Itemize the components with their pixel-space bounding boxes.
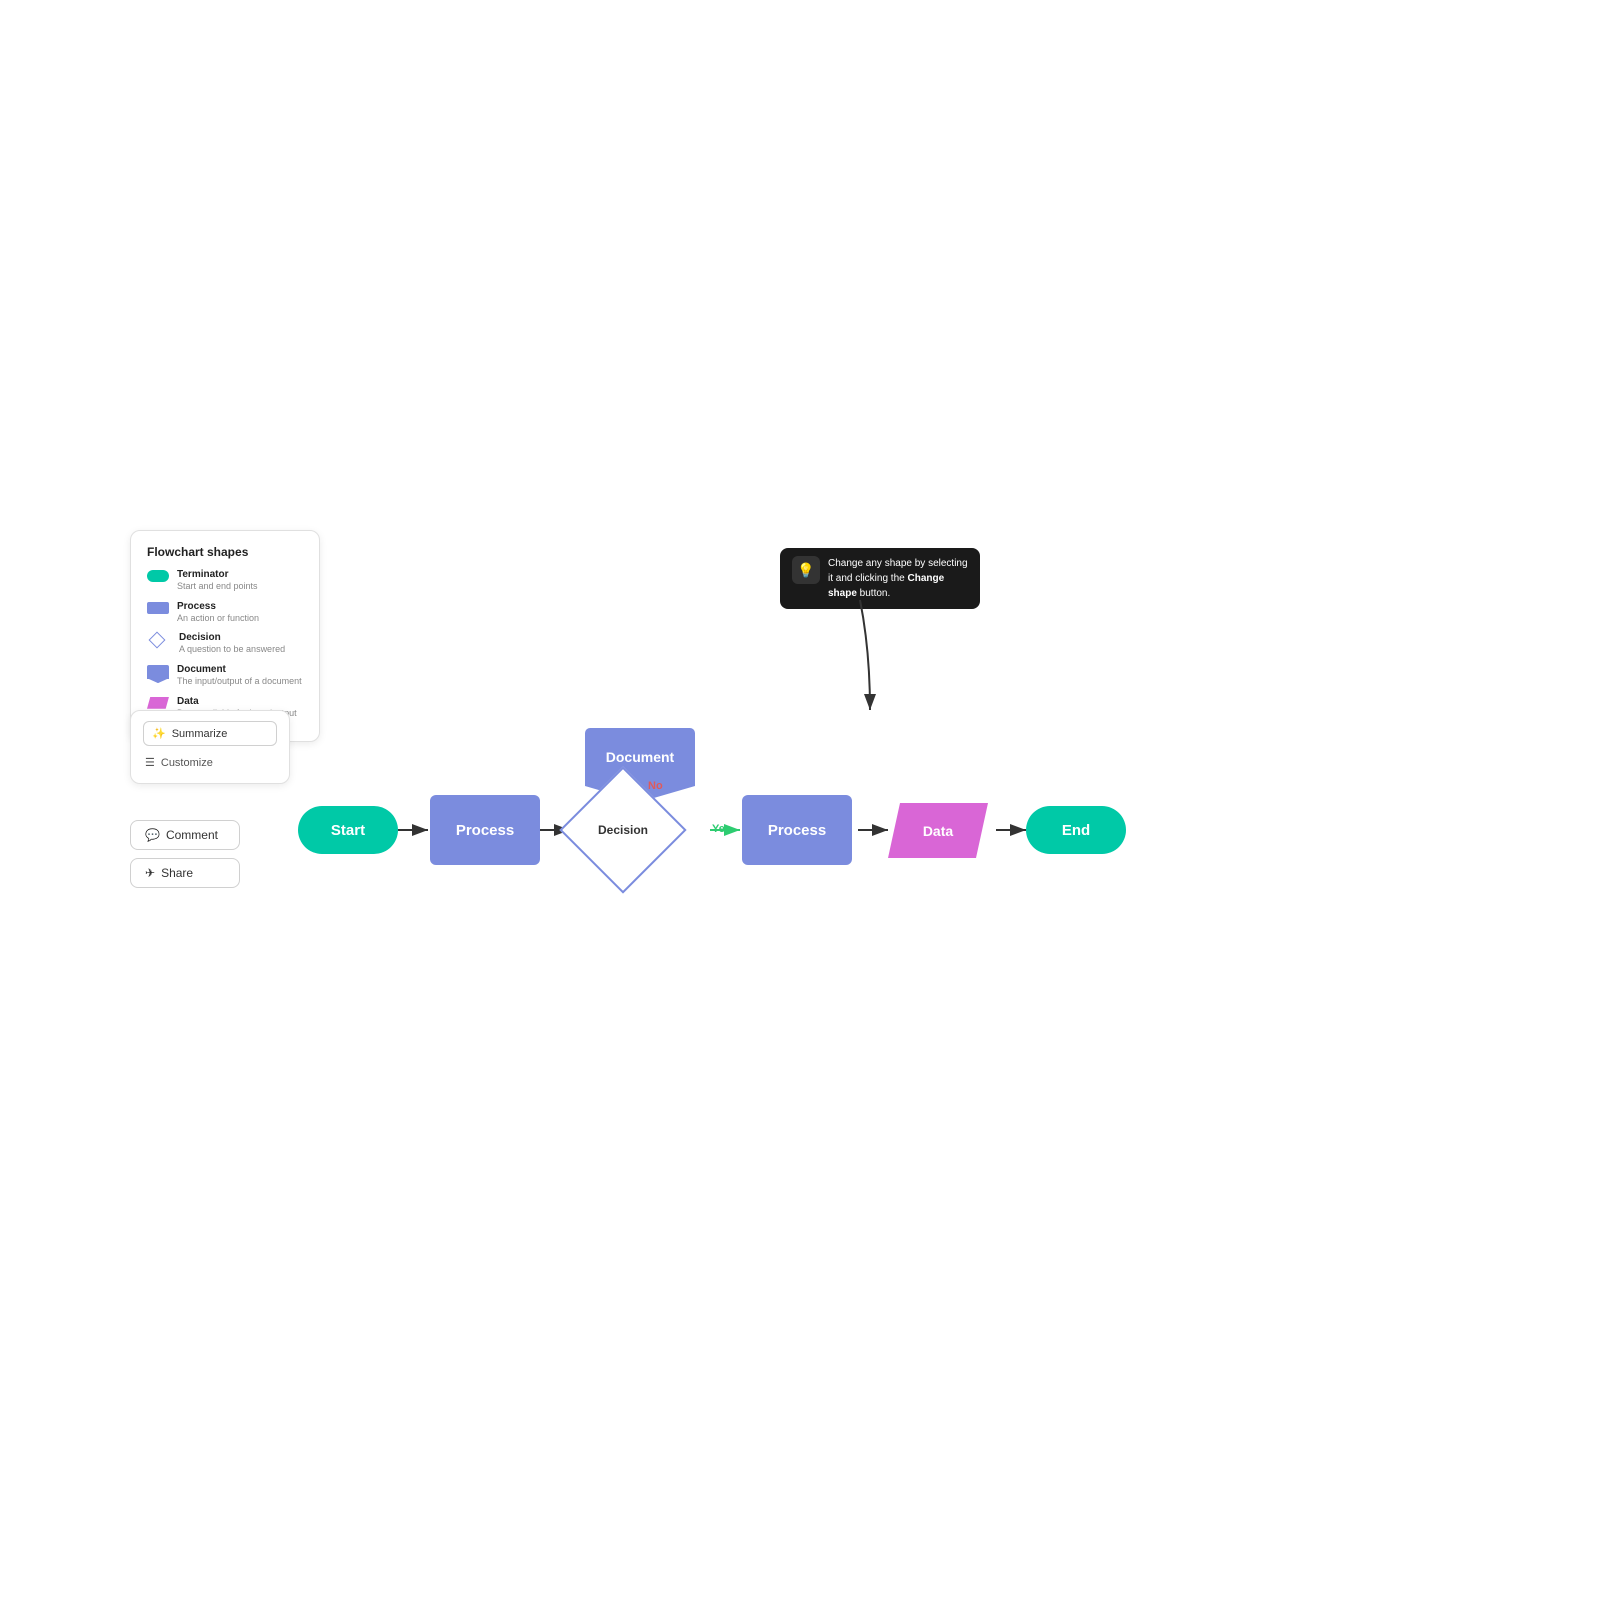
document-label: Document <box>177 664 302 676</box>
document-desc: The input/output of a document <box>177 676 302 688</box>
data-label: Data <box>923 823 953 839</box>
customize-button[interactable]: ☰ Customize <box>143 752 277 773</box>
process1-label: Process <box>456 822 514 839</box>
comment-button[interactable]: 💬 Comment <box>130 820 240 850</box>
terminator-label: Terminator <box>177 569 258 581</box>
decision-node[interactable]: Decision <box>578 785 668 875</box>
process-label: Process <box>177 601 259 613</box>
process-icon <box>147 602 169 614</box>
action-panel: ✨ Summarize ☰ Customize <box>130 710 290 784</box>
lightbulb-icon: 💡 <box>792 556 820 584</box>
comment-share-panel: 💬 Comment ✈ Share <box>130 820 240 888</box>
yes-label: Yes <box>712 823 731 835</box>
start-label: Start <box>331 822 365 839</box>
summarize-icon: ✨ <box>152 727 166 740</box>
hint-box: 💡 Change any shape by selecting it and c… <box>780 548 980 609</box>
legend-item-decision: Decision A question to be answered <box>147 632 303 656</box>
share-icon: ✈ <box>145 866 155 880</box>
customize-icon: ☰ <box>145 756 155 769</box>
document-icon-legend <box>147 665 169 683</box>
share-label: Share <box>161 866 193 880</box>
legend-title: Flowchart shapes <box>147 545 303 559</box>
legend-item-terminator: Terminator Start and end points <box>147 569 303 593</box>
customize-label: Customize <box>161 757 213 769</box>
start-node[interactable]: Start <box>298 806 398 854</box>
process2-node[interactable]: Process <box>742 795 852 865</box>
hint-text: Change any shape by selecting it and cli… <box>828 556 968 601</box>
summarize-button[interactable]: ✨ Summarize <box>143 721 277 746</box>
process1-node[interactable]: Process <box>430 795 540 865</box>
data-node[interactable]: Data <box>888 803 988 858</box>
terminator-icon <box>147 570 169 582</box>
summarize-label: Summarize <box>172 728 228 740</box>
end-label: End <box>1062 822 1090 839</box>
decision-label: Decision <box>598 823 648 837</box>
decision-desc: A question to be answered <box>179 644 285 656</box>
data-label-legend: Data <box>177 696 297 708</box>
data-icon-legend <box>147 697 169 709</box>
document-node-label: Document <box>606 749 674 765</box>
legend-item-document: Document The input/output of a document <box>147 664 303 688</box>
legend-item-process: Process An action or function <box>147 601 303 625</box>
comment-icon: 💬 <box>145 828 160 842</box>
terminator-desc: Start and end points <box>177 581 258 593</box>
share-button[interactable]: ✈ Share <box>130 858 240 888</box>
decision-label-legend: Decision <box>179 632 285 644</box>
process-desc: An action or function <box>177 613 259 625</box>
decision-icon-legend <box>147 633 167 646</box>
comment-label: Comment <box>166 828 218 842</box>
end-node[interactable]: End <box>1026 806 1126 854</box>
process2-label: Process <box>768 822 826 839</box>
